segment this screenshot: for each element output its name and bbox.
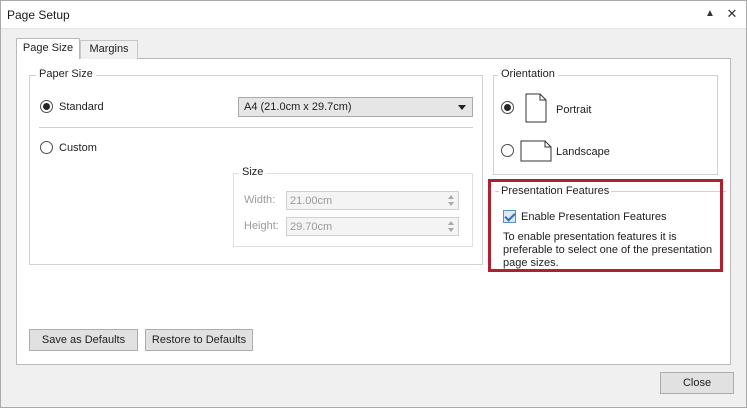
- standard-label[interactable]: Standard: [59, 101, 104, 113]
- chevron-down-icon: [458, 105, 466, 110]
- paper-size-legend: Paper Size: [36, 68, 96, 80]
- portrait-label[interactable]: Portrait: [556, 104, 591, 116]
- page-setup-dialog: Page Setup ▲ ✕ Page Size Margins Paper S…: [0, 0, 747, 408]
- landscape-page-icon: [520, 140, 552, 162]
- size-legend: Size: [239, 166, 267, 178]
- titlebar: Page Setup ▲ ✕: [1, 1, 746, 29]
- restore-to-defaults-button[interactable]: Restore to Defaults: [145, 329, 253, 351]
- spinner-arrows-icon[interactable]: [447, 194, 456, 207]
- paper-size-dropdown[interactable]: A4 (21.0cm x 29.7cm): [238, 97, 473, 117]
- spinner-arrows-icon[interactable]: [447, 220, 456, 233]
- width-value: 21.00cm: [290, 195, 333, 207]
- divider: [39, 127, 473, 128]
- custom-radio[interactable]: [40, 141, 53, 154]
- landscape-radio[interactable]: [501, 144, 514, 157]
- height-value: 29.70cm: [290, 221, 333, 233]
- landscape-label[interactable]: Landscape: [556, 146, 610, 158]
- height-label: Height:: [244, 220, 279, 232]
- width-label: Width:: [244, 194, 276, 206]
- custom-label[interactable]: Custom: [59, 142, 97, 154]
- close-button[interactable]: Close: [660, 372, 734, 394]
- tab-page-size[interactable]: Page Size: [16, 38, 80, 59]
- window-title: Page Setup: [7, 8, 70, 22]
- paper-size-dropdown-value: A4 (21.0cm x 29.7cm): [244, 101, 352, 113]
- portrait-page-icon: [525, 93, 547, 123]
- collapse-up-icon[interactable]: ▲: [703, 7, 717, 21]
- standard-radio[interactable]: [40, 100, 53, 113]
- highlight-box: [488, 179, 723, 272]
- portrait-radio[interactable]: [501, 101, 514, 114]
- width-spinner[interactable]: 21.00cm: [286, 191, 459, 210]
- tab-margins[interactable]: Margins: [80, 40, 138, 59]
- close-icon[interactable]: ✕: [725, 7, 739, 21]
- height-spinner[interactable]: 29.70cm: [286, 217, 459, 236]
- save-as-defaults-button[interactable]: Save as Defaults: [29, 329, 138, 351]
- orientation-legend: Orientation: [498, 68, 558, 80]
